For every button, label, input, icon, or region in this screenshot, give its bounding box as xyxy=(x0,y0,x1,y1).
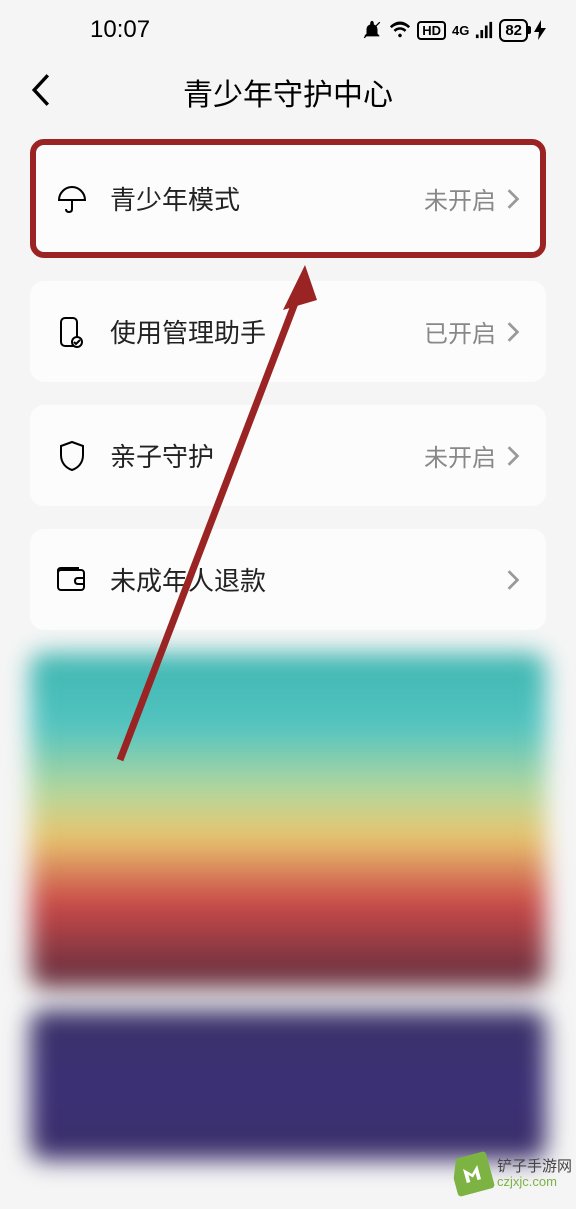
item-label: 青少年模式 xyxy=(110,180,424,217)
status-bar: 10:07 HD 4G 82 xyxy=(0,0,576,50)
item-status: 未开启 xyxy=(424,438,496,473)
item-usage-assistant[interactable]: 使用管理助手 已开启 xyxy=(30,281,546,382)
watermark-url: czjxjc.com xyxy=(497,1175,572,1189)
network-badge: 4G xyxy=(452,23,469,38)
item-status: 未开启 xyxy=(424,181,496,216)
status-icons: HD 4G 82 xyxy=(361,19,546,42)
banner-image[interactable] xyxy=(30,653,546,988)
banner-area xyxy=(0,653,576,1160)
chevron-right-icon xyxy=(506,188,520,210)
item-status: 已开启 xyxy=(424,314,496,349)
chevron-right-icon xyxy=(506,445,520,467)
phone-check-icon xyxy=(56,316,88,348)
status-time: 10:07 xyxy=(90,16,150,44)
nav-bar: 青少年守护中心 xyxy=(0,50,576,139)
item-parent-child[interactable]: 亲子守护 未开启 xyxy=(30,405,546,506)
watermark: 铲子手游网 czjxjc.com xyxy=(449,1151,576,1197)
back-button[interactable] xyxy=(30,73,52,112)
item-minor-refund[interactable]: 未成年人退款 xyxy=(30,529,546,630)
charging-icon xyxy=(534,20,546,40)
page-title: 青少年守护中心 xyxy=(30,70,546,114)
watermark-title: 铲子手游网 xyxy=(497,1159,572,1176)
signal-icon xyxy=(475,21,493,39)
umbrella-icon xyxy=(56,183,88,215)
banner-image[interactable] xyxy=(30,1010,546,1160)
item-label: 亲子守护 xyxy=(110,437,424,474)
chevron-left-icon xyxy=(30,73,52,107)
chevron-right-icon xyxy=(506,321,520,343)
watermark-logo-icon xyxy=(449,1151,496,1198)
wifi-icon xyxy=(389,20,411,40)
settings-list: 青少年模式 未开启 使用管理助手 已开启 亲子守护 未开启 未成年人退款 xyxy=(0,139,576,630)
item-teen-mode[interactable]: 青少年模式 未开启 xyxy=(30,139,546,258)
battery-indicator: 82 xyxy=(499,19,528,42)
item-label: 使用管理助手 xyxy=(110,313,424,350)
mute-icon xyxy=(361,19,383,41)
shield-icon xyxy=(56,440,88,472)
item-label: 未成年人退款 xyxy=(110,561,496,598)
hd-icon: HD xyxy=(417,21,446,40)
chevron-right-icon xyxy=(506,569,520,591)
wallet-icon xyxy=(56,564,88,596)
